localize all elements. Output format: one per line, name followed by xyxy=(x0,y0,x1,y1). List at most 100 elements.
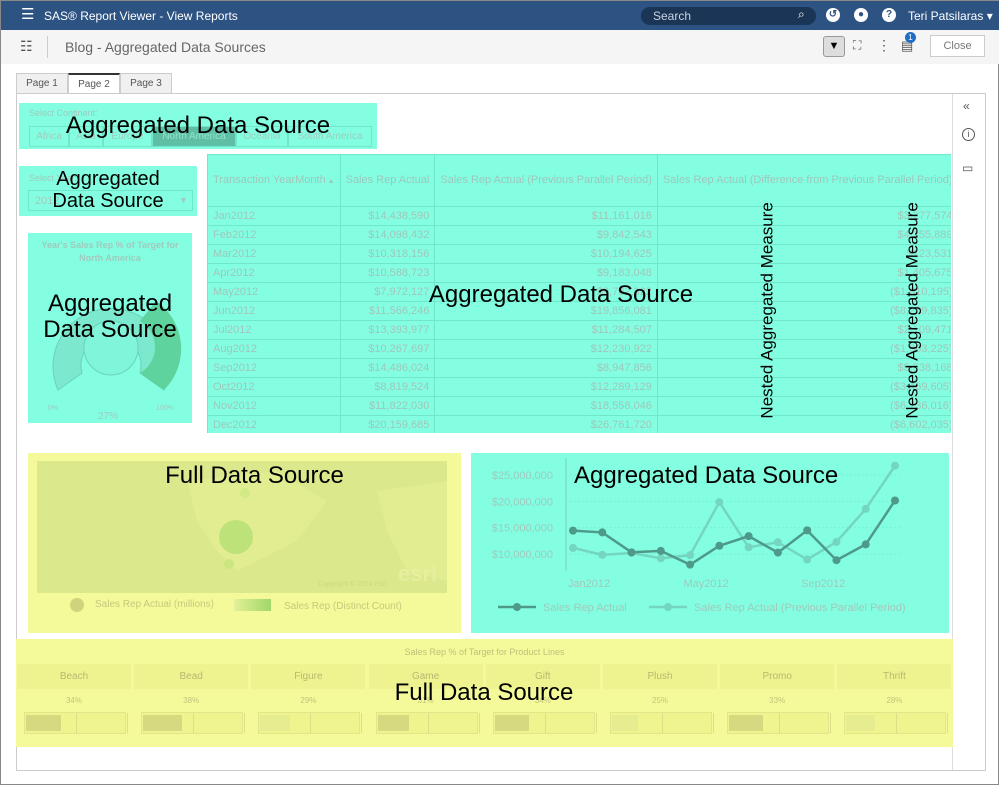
bullet-bar-divider xyxy=(193,713,195,733)
table-cell: $18,558,046 xyxy=(434,396,658,416)
data-point xyxy=(686,551,695,560)
help-icon[interactable]: ? xyxy=(882,8,896,22)
comments-icon[interactable]: ▭ xyxy=(962,161,973,175)
overlay-label: Aggregated Data Source xyxy=(43,290,177,344)
bullet-bar-divider xyxy=(127,713,128,733)
column-header[interactable]: Sales Rep Actual xyxy=(339,154,436,207)
table-cell: $8,947,856 xyxy=(434,358,658,378)
full-screen-icon[interactable]: ⛶ xyxy=(853,38,861,53)
search-icon[interactable]: ⌕ xyxy=(798,7,805,22)
bullet-bar-fill xyxy=(612,715,638,731)
map-legend-size-icon xyxy=(70,598,84,612)
data-point xyxy=(891,496,899,505)
x-tick-label: May2012 xyxy=(683,578,728,590)
overlay-label-nested: Nested Aggregated Measure xyxy=(757,202,777,419)
y-tick-label: $25,000,000 xyxy=(492,470,553,482)
table-cell: $20,159,685 xyxy=(339,415,436,433)
data-point xyxy=(569,543,577,552)
bullet-bar xyxy=(258,712,363,734)
table-cell: $26,761,720 xyxy=(434,415,658,433)
table-cell: $9,842,543 xyxy=(434,225,658,245)
tab-page-1[interactable]: Page 1 xyxy=(16,73,68,94)
hamburger-menu-icon[interactable]: ☰ xyxy=(21,7,34,22)
data-point xyxy=(598,528,607,537)
bullet-bar-divider xyxy=(595,713,597,733)
data-point xyxy=(686,560,695,569)
bullet-bar xyxy=(727,712,832,734)
notifications-icon[interactable]: ● xyxy=(854,8,868,22)
table-cell: Apr2012 xyxy=(207,263,341,283)
table-row: Feb2012$14,098,432$9,842,543$4,255,889$6… xyxy=(207,225,951,245)
table-cell: $13,393,977 xyxy=(339,320,436,340)
map-bubble xyxy=(224,559,234,569)
recent-icon[interactable]: ↺ xyxy=(826,8,840,22)
tab-page-3[interactable]: Page 3 xyxy=(120,73,172,94)
bullet-bar xyxy=(492,712,597,734)
bullet-bar-divider xyxy=(244,713,246,733)
info-icon[interactable]: i xyxy=(962,128,975,141)
bullet-bar-divider xyxy=(830,713,832,733)
table-cell: Dec2012 xyxy=(207,415,341,433)
table-cell: $11,284,507 xyxy=(434,320,658,340)
table-row: Apr2012$10,588,723$9,183,048$1,405,675$5… xyxy=(207,263,951,283)
overlay-label: Aggregated Data Source xyxy=(574,462,839,489)
column-header[interactable]: Sales Rep Actual (Previous Parallel Peri… xyxy=(434,154,658,207)
bullet-bar-divider xyxy=(662,713,663,733)
bullet-bar-fill xyxy=(729,715,763,731)
table-cell: $11,822,030 xyxy=(339,396,436,416)
bullet-bar-divider xyxy=(947,713,949,733)
table-cell: Feb2012 xyxy=(207,225,341,245)
product-line-header: Promo xyxy=(720,664,835,689)
bullet-bar-divider xyxy=(310,713,312,733)
table-cell: Jul2012 xyxy=(207,320,341,340)
app-header: ☰ SAS® Report Viewer - View Reports Sear… xyxy=(1,1,999,30)
x-tick-label: Sep2012 xyxy=(801,578,845,590)
user-menu[interactable]: Teri Patsilaras ▾ xyxy=(908,9,993,23)
overlay-label: Aggregated Data Source xyxy=(65,112,331,139)
bullet-bar xyxy=(24,712,128,734)
map-legend-color-ramp xyxy=(234,599,271,611)
data-point xyxy=(744,532,753,541)
x-tick-label: Jan2012 xyxy=(568,578,610,590)
data-point xyxy=(569,526,577,535)
data-point xyxy=(656,546,665,555)
user-name: Teri Patsilaras xyxy=(908,9,984,23)
data-point xyxy=(803,555,812,564)
data-point xyxy=(598,550,607,559)
table-cell: $10,267,697 xyxy=(339,339,436,359)
notification-badge: 1 xyxy=(905,32,916,43)
data-point xyxy=(627,548,636,557)
data-point xyxy=(744,543,753,552)
bullet-bar xyxy=(375,712,480,734)
report-list-icon[interactable]: ☷ xyxy=(20,38,33,55)
table-cell: $12,230,922 xyxy=(434,339,658,359)
data-point xyxy=(715,498,724,507)
close-button[interactable]: Close xyxy=(930,35,985,57)
product-lines-title: Sales Rep % of Target for Product Lines xyxy=(404,647,565,657)
more-options-icon[interactable]: ⋮ xyxy=(877,37,891,54)
product-line-percent: 28% xyxy=(886,696,903,705)
report-title: Blog - Aggregated Data Sources xyxy=(65,39,266,55)
filter-icon[interactable]: ▼ xyxy=(823,36,845,57)
bullet-bar xyxy=(844,712,949,734)
collapse-panel-icon[interactable]: « xyxy=(963,99,970,113)
table-row: Aug2012 $10,267,697 $12,230,922 ($1,963,225… xyxy=(207,339,951,359)
table-cell: $9,183,048 xyxy=(434,263,658,283)
table-row: Jul2012$13,393,977$11,284,507$2,109,471$… xyxy=(207,320,951,340)
data-point xyxy=(773,548,782,557)
bullet-bar-divider xyxy=(713,713,714,733)
table-row: Nov2012 $11,822,030 $18,558,046 ($6,736,016… xyxy=(207,396,951,416)
gauge-min-label: 0% xyxy=(48,405,59,412)
sort-ascending-icon[interactable]: ▲ xyxy=(326,178,335,185)
tab-page-2[interactable]: Page 2 xyxy=(68,73,120,95)
product-line-percent: 38% xyxy=(183,696,200,705)
overlay-label: Aggregated Data Source xyxy=(52,168,164,212)
table-cell: $8,819,524 xyxy=(339,377,436,397)
data-point xyxy=(832,537,841,546)
bullet-bar-divider xyxy=(896,713,898,733)
series-line xyxy=(572,499,897,567)
overlay-label-nested: Nested Aggregated Measure xyxy=(902,202,922,419)
search-input[interactable]: Search xyxy=(641,7,816,25)
bullet-bar-divider xyxy=(361,713,363,733)
column-header[interactable]: Transaction YearMonth ▲ xyxy=(207,154,341,207)
